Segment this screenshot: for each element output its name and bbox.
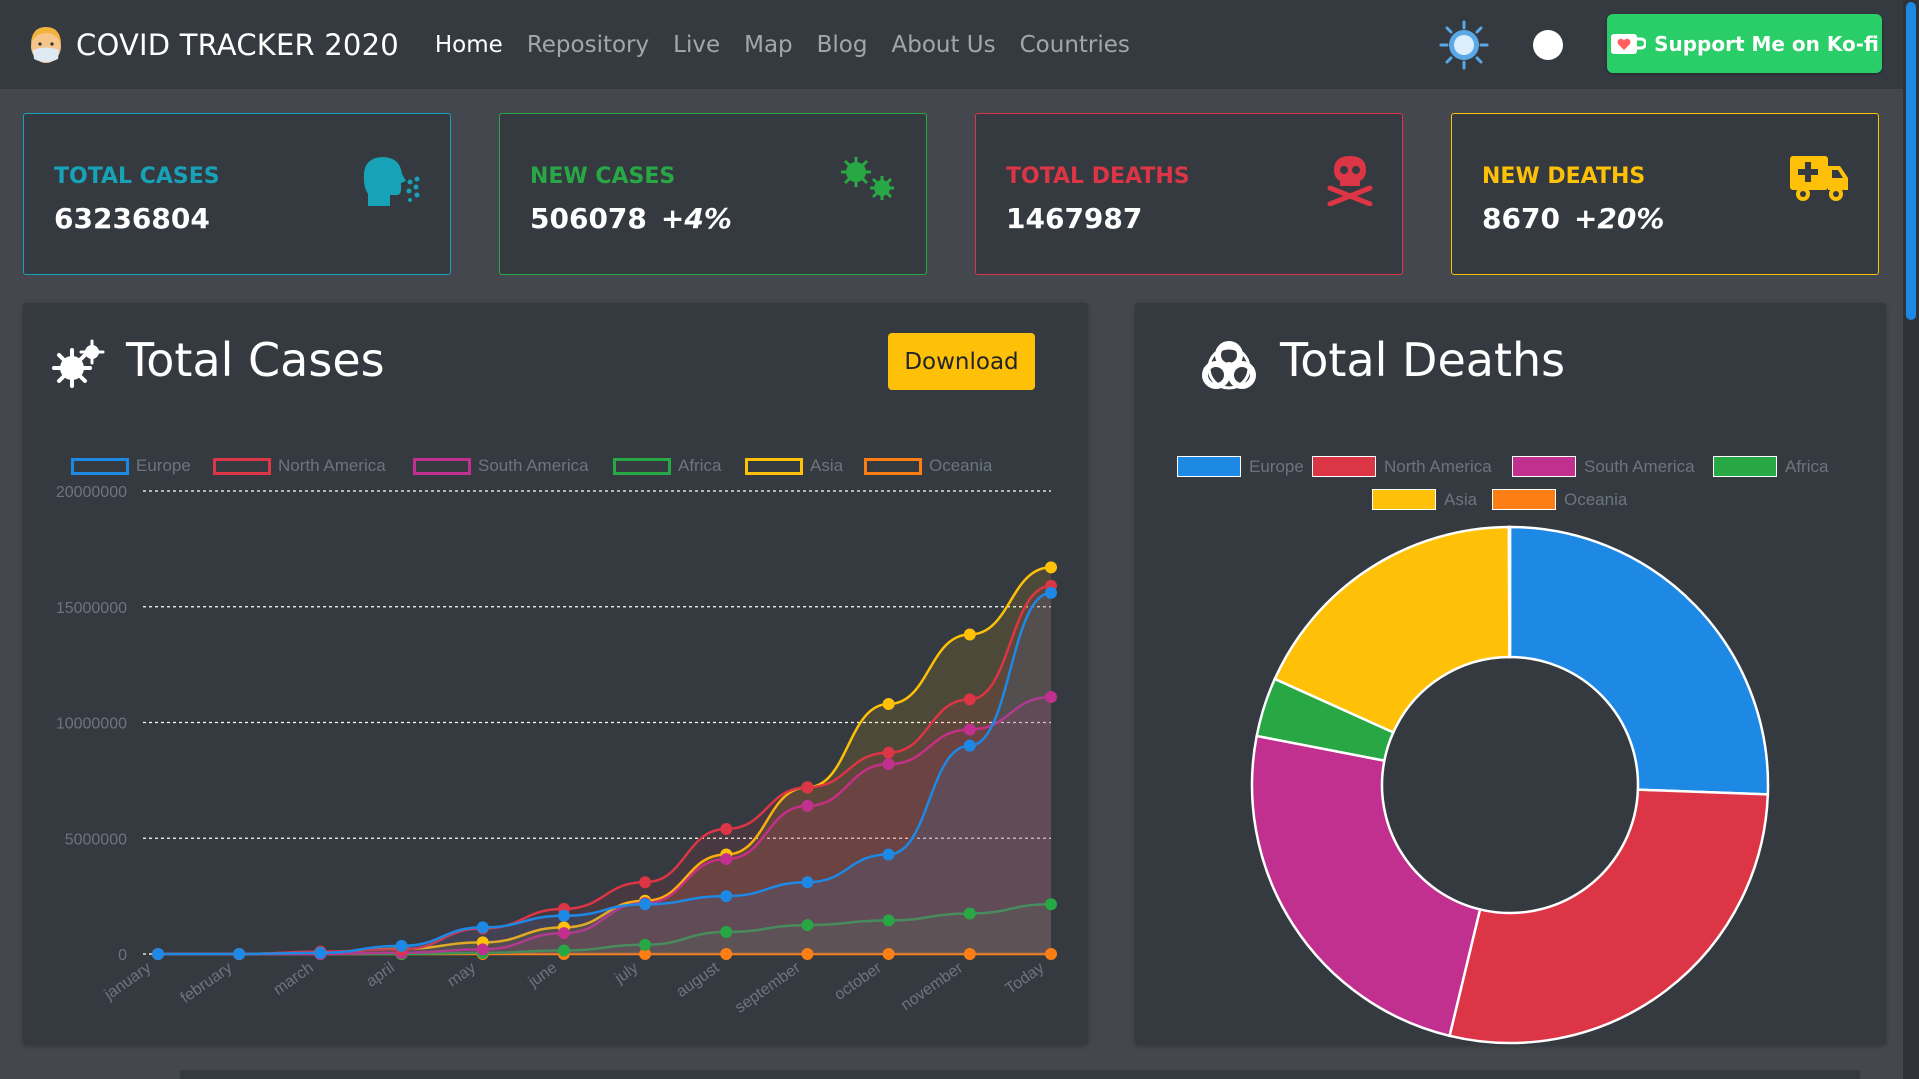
- data-point[interactable]: [1045, 898, 1057, 911]
- data-point[interactable]: [720, 890, 733, 903]
- data-point[interactable]: [720, 926, 733, 939]
- y-tick-label: 0: [118, 947, 127, 964]
- ambulance-icon: [1790, 156, 1848, 201]
- data-point[interactable]: [639, 898, 652, 911]
- x-tick-label: september: [732, 959, 804, 1017]
- data-point[interactable]: [720, 948, 733, 960]
- legend-label: North America: [1384, 456, 1492, 476]
- data-point[interactable]: [152, 948, 164, 960]
- slice-north-america[interactable]: [1448, 788, 1770, 1045]
- data-point[interactable]: [963, 948, 976, 960]
- legend-item[interactable]: Europe: [1177, 456, 1304, 477]
- total-cases-line-chart: 0 5000000 10000000 15000000 20000000 january f…: [56, 484, 1057, 1017]
- page-scrollbar[interactable]: [1903, 0, 1919, 1079]
- legend-label: Oceania: [1564, 489, 1628, 509]
- data-point[interactable]: [882, 848, 895, 861]
- total-deaths-doughnut-chart: [1250, 525, 1770, 1045]
- data-point[interactable]: [963, 693, 976, 706]
- data-point[interactable]: [1045, 561, 1057, 574]
- data-point[interactable]: [882, 746, 895, 759]
- legend-item[interactable]: Africa: [1713, 456, 1828, 477]
- data-point[interactable]: [882, 758, 895, 771]
- kofi-label: Support Me on Ko-fi: [1654, 31, 1879, 56]
- y-tick-label: 10000000: [56, 716, 127, 733]
- next-panel-edge: [180, 1070, 1860, 1079]
- x-tick-label: july: [611, 959, 641, 987]
- data-point[interactable]: [720, 853, 733, 866]
- x-tick-label: november: [898, 959, 967, 1014]
- legend-swatch: [1512, 456, 1576, 477]
- kofi-cup-icon: [1611, 33, 1647, 54]
- x-tick-label: may: [445, 959, 480, 990]
- data-point[interactable]: [1045, 691, 1057, 704]
- data-point[interactable]: [476, 943, 489, 956]
- data-point[interactable]: [963, 723, 976, 736]
- data-point[interactable]: [963, 907, 976, 920]
- data-point[interactable]: [801, 948, 814, 960]
- legend-swatch: [1177, 456, 1241, 477]
- data-point[interactable]: [557, 927, 570, 940]
- data-point[interactable]: [557, 909, 570, 922]
- stat-value: 8670: [1482, 202, 1560, 235]
- y-tick-label: 5000000: [65, 831, 127, 848]
- total-deaths-title: Total Deaths: [1280, 333, 1566, 387]
- data-point[interactable]: [314, 946, 327, 959]
- new-deaths-card: NEW DEATHS 8670 +20%: [1451, 113, 1879, 275]
- x-tick-label: march: [270, 959, 316, 998]
- data-point[interactable]: [882, 914, 895, 927]
- x-tick-label: february: [178, 959, 236, 1007]
- legend-item[interactable]: Oceania: [1492, 489, 1627, 510]
- data-point[interactable]: [1045, 948, 1057, 960]
- legend-label: Europe: [1249, 456, 1304, 476]
- x-tick-label: Today: [1003, 959, 1048, 997]
- data-point[interactable]: [801, 876, 814, 889]
- data-point[interactable]: [639, 938, 652, 951]
- stat-value-row: 8670 +20%: [1482, 202, 1664, 235]
- theme-toggle[interactable]: [1533, 30, 1563, 60]
- data-point[interactable]: [801, 919, 814, 932]
- x-tick-label: january: [101, 959, 155, 1004]
- data-point[interactable]: [882, 948, 895, 960]
- slice-south-america[interactable]: [1250, 734, 1482, 1038]
- legend-swatch: [1312, 456, 1376, 477]
- kofi-support-button[interactable]: Support Me on Ko-fi: [1607, 14, 1882, 73]
- x-tick-label: june: [525, 959, 560, 991]
- data-point[interactable]: [639, 876, 652, 889]
- legend-label: Africa: [1785, 456, 1829, 476]
- legend-item[interactable]: Asia: [1372, 489, 1477, 510]
- data-point[interactable]: [801, 781, 814, 794]
- x-tick-label: april: [363, 959, 398, 990]
- stat-title: NEW DEATHS: [1482, 164, 1646, 189]
- legend-swatch: [1372, 489, 1436, 510]
- slice-oceania[interactable]: [1507, 525, 1512, 659]
- data-point[interactable]: [882, 697, 895, 710]
- theme-sun-icon[interactable]: [1437, 18, 1491, 72]
- data-point[interactable]: [720, 822, 733, 835]
- scrollbar-thumb[interactable]: [1906, 2, 1916, 320]
- data-point[interactable]: [801, 799, 814, 812]
- skull-crossbones-icon: [1327, 156, 1373, 206]
- slice-europe[interactable]: [1508, 525, 1770, 796]
- y-tick-label: 15000000: [56, 600, 127, 617]
- x-tick-label: october: [831, 959, 885, 1004]
- data-point[interactable]: [476, 921, 489, 934]
- legend-item[interactable]: North America: [1312, 456, 1492, 477]
- data-point[interactable]: [963, 628, 976, 641]
- x-tick-label: august: [673, 959, 723, 1001]
- data-point[interactable]: [395, 939, 408, 952]
- biohazard-icon: [1202, 341, 1256, 390]
- stat-change: +20%: [1573, 202, 1665, 235]
- legend-swatch: [1713, 456, 1777, 477]
- legend-label: South America: [1584, 456, 1695, 476]
- legend-label: Asia: [1444, 489, 1478, 509]
- y-tick-label: 20000000: [56, 484, 127, 501]
- legend-swatch: [1492, 489, 1556, 510]
- data-point[interactable]: [557, 944, 570, 957]
- data-point[interactable]: [1045, 586, 1057, 599]
- data-point[interactable]: [233, 948, 246, 960]
- data-point[interactable]: [963, 739, 976, 752]
- legend-item[interactable]: South America: [1512, 456, 1695, 477]
